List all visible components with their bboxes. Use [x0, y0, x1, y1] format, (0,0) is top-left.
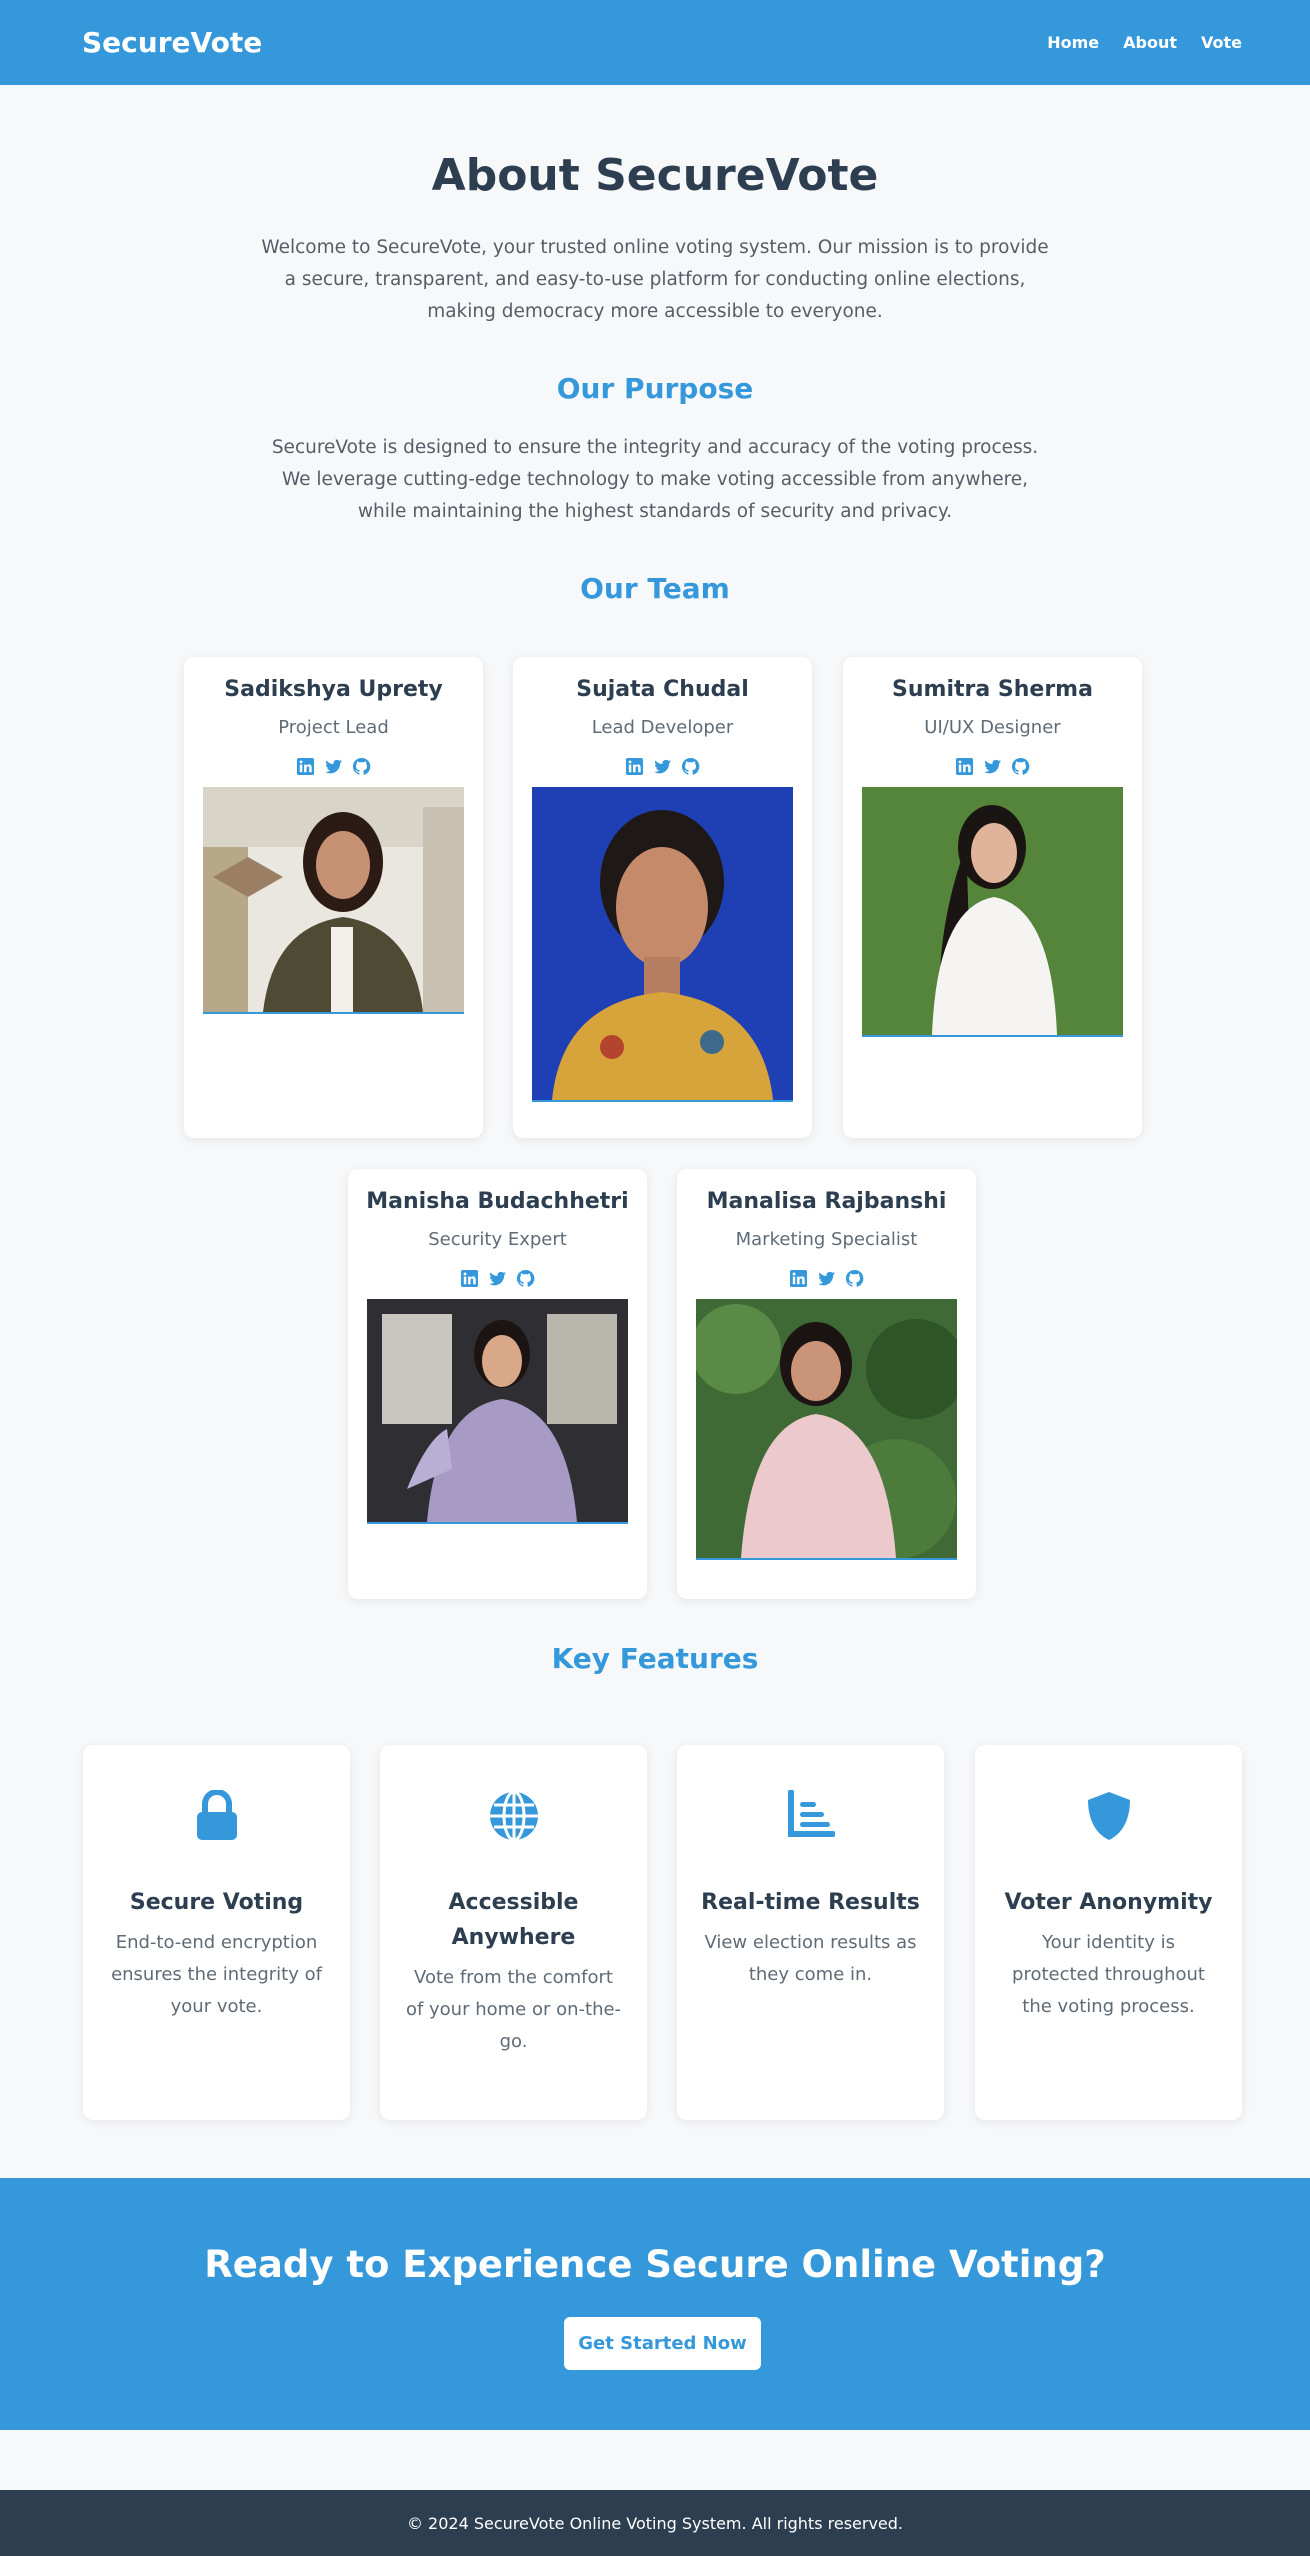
bar-chart-icon [787, 1790, 835, 1837]
nav-link-vote[interactable]: Vote [1201, 33, 1242, 52]
cta-title: Ready to Experience Secure Online Voting… [204, 2243, 1106, 2286]
member-role: Security Expert [428, 1229, 567, 1250]
twitter-icon[interactable] [653, 757, 672, 776]
team-card: Sujata Chudal Lead Developer [513, 657, 812, 1138]
feature-desc: Vote from the comfort of your home or on… [405, 1967, 622, 2052]
navbar: SecureVote Home About Vote [0, 0, 1310, 85]
member-name: Sujata Chudal [576, 677, 749, 702]
globe-icon [489, 1790, 538, 1842]
feature-title: Voter Anonymity [1004, 1890, 1213, 1915]
footer: © 2024 SecureVote Online Voting System. … [0, 2490, 1310, 2556]
member-name: Manisha Budachhetri [366, 1189, 629, 1214]
member-name: Sadikshya Uprety [224, 677, 443, 702]
member-photo [862, 787, 1123, 1037]
feature-desc: Your identity is protected throughout th… [1012, 1932, 1205, 2017]
member-photo [367, 1299, 628, 1524]
social-links [677, 1269, 976, 1288]
linkedin-icon[interactable] [625, 757, 644, 776]
feature-card: Real-time Results View election results … [677, 1745, 944, 2120]
team-card: Sumitra Sherma UI/UX Designer [843, 657, 1142, 1138]
github-icon[interactable] [1011, 757, 1030, 776]
social-links [184, 757, 483, 776]
cta-section: Ready to Experience Secure Online Voting… [0, 2178, 1310, 2430]
feature-desc: End-to-end encryption ensures the integr… [111, 1932, 322, 2017]
member-name: Manalisa Rajbanshi [706, 1189, 947, 1214]
member-photo [532, 787, 793, 1102]
linkedin-icon[interactable] [460, 1269, 479, 1288]
feature-card: Secure Voting End-to-end encryption ensu… [83, 1745, 350, 2120]
github-icon[interactable] [681, 757, 700, 776]
github-icon[interactable] [845, 1269, 864, 1288]
purpose-heading: Our Purpose [556, 372, 754, 405]
nav-links: Home About Vote [1047, 33, 1242, 52]
member-name: Sumitra Sherma [892, 677, 1093, 702]
member-photo [203, 787, 464, 1014]
feature-title: Real-time Results [701, 1890, 920, 1915]
github-icon[interactable] [516, 1269, 535, 1288]
feature-card: Accessible Anywhere Vote from the comfor… [380, 1745, 647, 2120]
feature-desc: View election results as they come in. [704, 1932, 917, 1985]
get-started-button[interactable]: Get Started Now [564, 2317, 761, 2370]
feature-title: Secure Voting [129, 1890, 304, 1915]
brand-logo[interactable]: SecureVote [82, 26, 262, 59]
member-role: UI/UX Designer [924, 717, 1061, 738]
team-card: Manisha Budachhetri Security Expert [348, 1169, 647, 1599]
member-role: Marketing Specialist [735, 1229, 918, 1250]
linkedin-icon[interactable] [955, 757, 974, 776]
social-links [348, 1269, 647, 1288]
features-heading: Key Features [551, 1642, 759, 1675]
twitter-icon[interactable] [324, 757, 343, 776]
team-card: Sadikshya Uprety Project Lead [184, 657, 483, 1138]
nav-link-about[interactable]: About [1123, 33, 1177, 52]
nav-link-home[interactable]: Home [1047, 33, 1099, 52]
social-links [513, 757, 812, 776]
team-heading: Our Team [580, 572, 730, 605]
linkedin-icon[interactable] [789, 1269, 808, 1288]
twitter-icon[interactable] [817, 1269, 836, 1288]
twitter-icon[interactable] [488, 1269, 507, 1288]
purpose-text: SecureVote is designed to ensure the int… [271, 437, 1039, 522]
linkedin-icon[interactable] [296, 757, 315, 776]
page-title: About SecureVote [431, 150, 879, 201]
feature-title: Accessible Anywhere [448, 1890, 579, 1950]
shield-icon [1087, 1792, 1130, 1840]
twitter-icon[interactable] [983, 757, 1002, 776]
team-card: Manalisa Rajbanshi Marketing Specialist [677, 1169, 976, 1599]
member-role: Lead Developer [591, 717, 734, 738]
footer-text: © 2024 SecureVote Online Voting System. … [406, 2513, 904, 2533]
intro-text: Welcome to SecureVote, your trusted onli… [261, 237, 1049, 322]
github-icon[interactable] [352, 757, 371, 776]
member-photo [696, 1299, 957, 1560]
social-links [843, 757, 1142, 776]
feature-card: Voter Anonymity Your identity is protect… [975, 1745, 1242, 2120]
lock-icon [196, 1790, 237, 1840]
member-role: Project Lead [278, 717, 389, 738]
